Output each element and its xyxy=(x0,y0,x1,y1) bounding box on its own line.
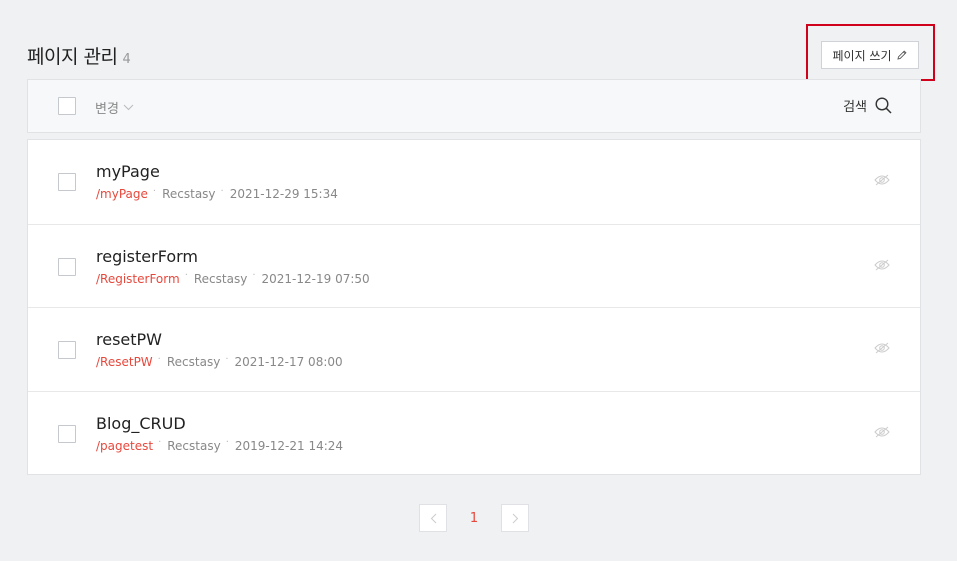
page-author: Recstasy xyxy=(167,438,221,453)
page-author: Recstasy xyxy=(166,355,221,369)
separator-dot: · xyxy=(225,437,229,448)
separator-dot: · xyxy=(252,270,256,281)
chevron-right-icon xyxy=(512,513,518,523)
page-path[interactable]: /RegisterForm xyxy=(96,272,180,286)
row-checkbox[interactable] xyxy=(58,257,76,276)
page-list: myPage /myPage · Recstasy · 2021-12-29 15:… xyxy=(27,139,921,475)
page-meta: /pagetest · Recstasy · 2019-12-21 14:24 xyxy=(96,437,344,453)
page-author: Recstasy xyxy=(193,271,248,286)
row-checkbox[interactable] xyxy=(58,173,76,191)
chevron-left-icon xyxy=(430,513,436,523)
current-page-number[interactable]: 1 xyxy=(447,511,501,526)
page-title-link[interactable]: registerForm xyxy=(96,247,198,266)
write-page-button[interactable]: 페이지 쓰기 xyxy=(821,41,919,69)
list-item[interactable]: Blog_CRUD /pagetest · Recstasy · 2019-12-2… xyxy=(28,390,920,475)
search-button[interactable]: 검색 xyxy=(843,96,892,115)
separator-dot: · xyxy=(225,353,229,365)
eye-icon[interactable] xyxy=(874,426,890,438)
page-date: 2019-12-21 14:24 xyxy=(234,438,344,453)
page-meta: /ResetPW · Recstasy · 2021-12-17 08:00 xyxy=(96,353,343,370)
eye-icon[interactable] xyxy=(874,174,890,186)
search-icon xyxy=(875,97,892,114)
separator-dot: · xyxy=(220,185,224,197)
page-author: Recstasy xyxy=(162,187,216,201)
select-all-checkbox[interactable] xyxy=(58,97,76,115)
eye-icon[interactable] xyxy=(874,259,890,271)
page-meta: /RegisterForm · Recstasy · 2021-12-19 07:5… xyxy=(96,270,370,286)
page-title: 페이지 관리 xyxy=(27,46,118,68)
list-item[interactable]: resetPW /ResetPW · Recstasy · 2021-12-17 0… xyxy=(28,307,920,391)
separator-dot: · xyxy=(184,270,188,281)
write-page-label: 페이지 쓰기 xyxy=(832,48,892,63)
page-date: 2021-12-29 15:34 xyxy=(229,187,338,201)
separator-dot: · xyxy=(158,437,162,448)
page-header: 페이지 관리 4 xyxy=(27,42,131,70)
page-path[interactable]: /pagetest xyxy=(96,439,153,453)
pencil-icon xyxy=(896,50,907,60)
separator-dot: · xyxy=(152,185,157,197)
page-title-link[interactable]: Blog_CRUD xyxy=(96,414,186,433)
list-toolbar: 변경 검색 xyxy=(27,79,921,133)
page-title-link[interactable]: myPage xyxy=(96,162,160,181)
change-dropdown[interactable]: 변경 xyxy=(95,98,134,117)
list-item[interactable]: myPage /myPage · Recstasy · 2021-12-29 15:… xyxy=(28,140,920,224)
row-checkbox[interactable] xyxy=(58,424,76,443)
list-item[interactable]: registerForm /RegisterForm · Recstasy · 20… xyxy=(28,223,920,308)
page-path[interactable]: /ResetPW xyxy=(96,355,153,369)
page-meta: /myPage · Recstasy · 2021-12-29 15:34 xyxy=(96,185,338,202)
eye-icon[interactable] xyxy=(874,342,890,354)
search-label: 검색 xyxy=(843,100,867,115)
pagination: 1 xyxy=(419,504,529,532)
row-checkbox[interactable] xyxy=(58,341,76,359)
page-date: 2021-12-19 07:50 xyxy=(261,271,370,286)
page-title-link[interactable]: resetPW xyxy=(96,330,162,349)
page-path[interactable]: /myPage xyxy=(96,187,148,201)
change-label: 변경 xyxy=(95,102,119,117)
prev-page-button[interactable] xyxy=(419,504,447,532)
next-page-button[interactable] xyxy=(501,504,529,532)
chevron-down-icon xyxy=(123,104,134,111)
page-count: 4 xyxy=(122,52,131,67)
page-date: 2021-12-17 08:00 xyxy=(234,355,343,369)
separator-dot: · xyxy=(157,353,161,365)
